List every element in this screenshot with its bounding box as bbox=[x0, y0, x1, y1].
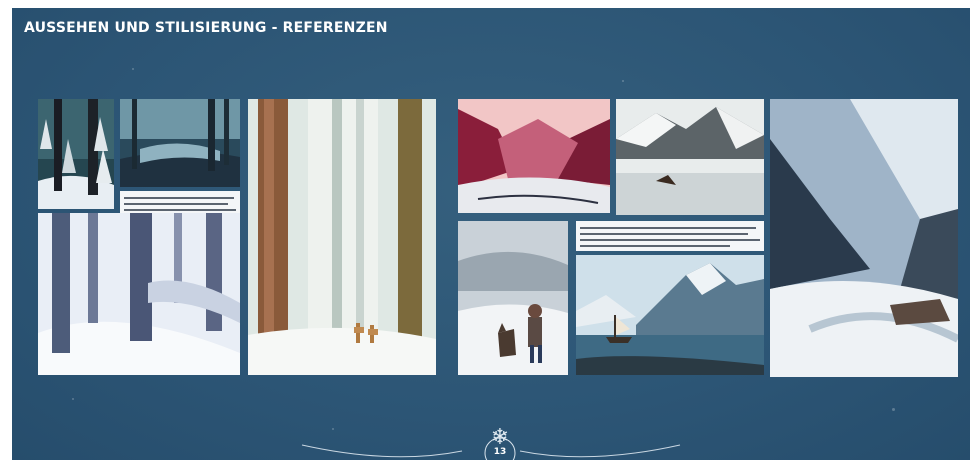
reference-image-red-sky-mountains bbox=[458, 99, 610, 213]
reference-image-mountain-lake bbox=[616, 99, 764, 215]
reference-image-snowy-forest-slope bbox=[38, 213, 240, 375]
reference-image-icy-forest-river bbox=[120, 99, 240, 187]
page-number: 13 bbox=[493, 447, 507, 457]
slide: AUSSEHEN UND STILISIERUNG - REFERENZEN ❄… bbox=[12, 8, 970, 460]
reference-image-boy-and-dog bbox=[458, 221, 568, 375]
slide-title: AUSSEHEN UND STILISIERUNG - REFERENZEN bbox=[24, 20, 388, 36]
reference-image-snowy-forest bbox=[38, 99, 114, 209]
reference-image-tall-trees-deer bbox=[248, 99, 436, 375]
reference-image-ship-glacier bbox=[576, 255, 764, 375]
reference-image-snowy-mountain-river bbox=[770, 99, 958, 377]
image-caption-strip bbox=[576, 221, 764, 251]
